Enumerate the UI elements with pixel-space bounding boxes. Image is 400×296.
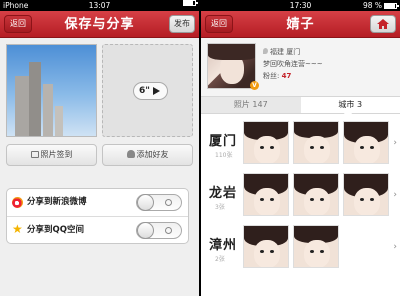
share-weibo-row: 分享到新浪微博 <box>7 189 188 216</box>
city-name: 漳州 <box>209 238 238 253</box>
add-friend-button[interactable]: 添加好友 <box>102 144 193 166</box>
status-time: 13:07 <box>88 1 111 10</box>
play-icon <box>153 87 160 95</box>
share-weibo-label: 分享到新浪微博 <box>27 197 87 207</box>
city-name: 厦门 <box>209 134 238 149</box>
profile-screen: 17:30 98 % 婧子 返回 V 福建 厦门 梦回吹角连营~~~ 粉丝: 4… <box>201 0 400 296</box>
city-photo-thumb[interactable] <box>293 173 339 216</box>
verified-badge: V <box>250 81 259 90</box>
city-photo-thumb[interactable] <box>343 121 389 164</box>
tab-photos[interactable]: 照片 147 <box>201 97 301 113</box>
video-thumbnail[interactable]: 6" <box>102 44 193 137</box>
city-photo-thumb[interactable] <box>343 173 389 216</box>
profile-header: V 福建 厦门 梦回吹角连营~~~ 粉丝: 47 <box>201 39 400 97</box>
city-photo-count: 110张 <box>215 152 233 159</box>
city-list: 厦门 110张 › 龙岩 3张 › 漳州 2张 › <box>201 114 400 296</box>
location-pin-icon <box>263 48 268 54</box>
add-friend-label: 添加好友 <box>136 150 169 159</box>
status-bar: 17:30 98 % <box>201 0 400 11</box>
media-thumbnails: 6" <box>6 44 193 137</box>
weibo-icon <box>12 197 23 208</box>
fans-count: 47 <box>281 72 292 80</box>
city-row-zhangzhou[interactable]: 漳州 2张 › <box>201 222 400 270</box>
share-qzone-row: ★ 分享到QQ空间 <box>7 216 188 243</box>
status-bar: iPhone 13:07 <box>0 0 199 11</box>
chevron-right-icon: › <box>393 138 397 148</box>
city-photo-thumb[interactable] <box>243 225 289 268</box>
back-button[interactable]: 返回 <box>205 15 233 33</box>
profile-location: 福建 厦门 <box>270 48 301 56</box>
checkin-icon <box>30 151 39 158</box>
profile-tabs: 照片 147 城市 3 <box>201 96 400 114</box>
nav-bar: 婧子 返回 <box>201 11 400 38</box>
back-button[interactable]: 返回 <box>4 15 32 33</box>
city-row-xiamen[interactable]: 厦门 110张 › <box>201 118 400 166</box>
share-options: 分享到新浪微博 ★ 分享到QQ空间 <box>6 188 189 244</box>
share-qzone-label: 分享到QQ空间 <box>27 225 84 235</box>
person-icon <box>126 150 135 158</box>
home-icon <box>377 19 389 29</box>
battery-icon <box>183 0 198 6</box>
city-photo-thumb[interactable] <box>243 121 289 164</box>
checkin-label: 照片签到 <box>40 150 73 159</box>
share-weibo-toggle[interactable] <box>136 194 182 211</box>
city-photo-count: 2张 <box>215 256 225 263</box>
tab-cities[interactable]: 城市 3 <box>300 97 400 113</box>
chevron-right-icon: › <box>393 242 397 252</box>
avatar[interactable] <box>207 43 256 89</box>
city-row-longyan[interactable]: 龙岩 3张 › <box>201 170 400 218</box>
share-screen: iPhone 13:07 保存与分享 返回 发布 6" 照片签到 添加好友 分享… <box>0 0 199 296</box>
nav-bar: 保存与分享 返回 发布 <box>0 11 199 38</box>
profile-bio: 梦回吹角连营~~~ <box>263 60 323 68</box>
photo-checkin-button[interactable]: 照片签到 <box>6 144 97 166</box>
battery-percent: 98 % <box>362 1 382 10</box>
home-button[interactable] <box>370 15 396 33</box>
share-qzone-toggle[interactable] <box>136 222 182 239</box>
city-photo-thumb[interactable] <box>293 121 339 164</box>
city-photo-count: 3张 <box>215 204 225 211</box>
video-duration: 6" <box>139 86 150 96</box>
city-photo-thumb[interactable] <box>293 225 339 268</box>
video-play-button[interactable]: 6" <box>133 82 168 100</box>
battery-icon <box>384 2 399 9</box>
city-name: 龙岩 <box>209 186 238 201</box>
photo-thumbnail[interactable] <box>6 44 97 137</box>
publish-button[interactable]: 发布 <box>169 15 195 33</box>
city-photo-thumb[interactable] <box>243 173 289 216</box>
chevron-right-icon: › <box>393 190 397 200</box>
fans-label: 粉丝: <box>263 72 280 80</box>
qzone-star-icon: ★ <box>12 222 23 236</box>
